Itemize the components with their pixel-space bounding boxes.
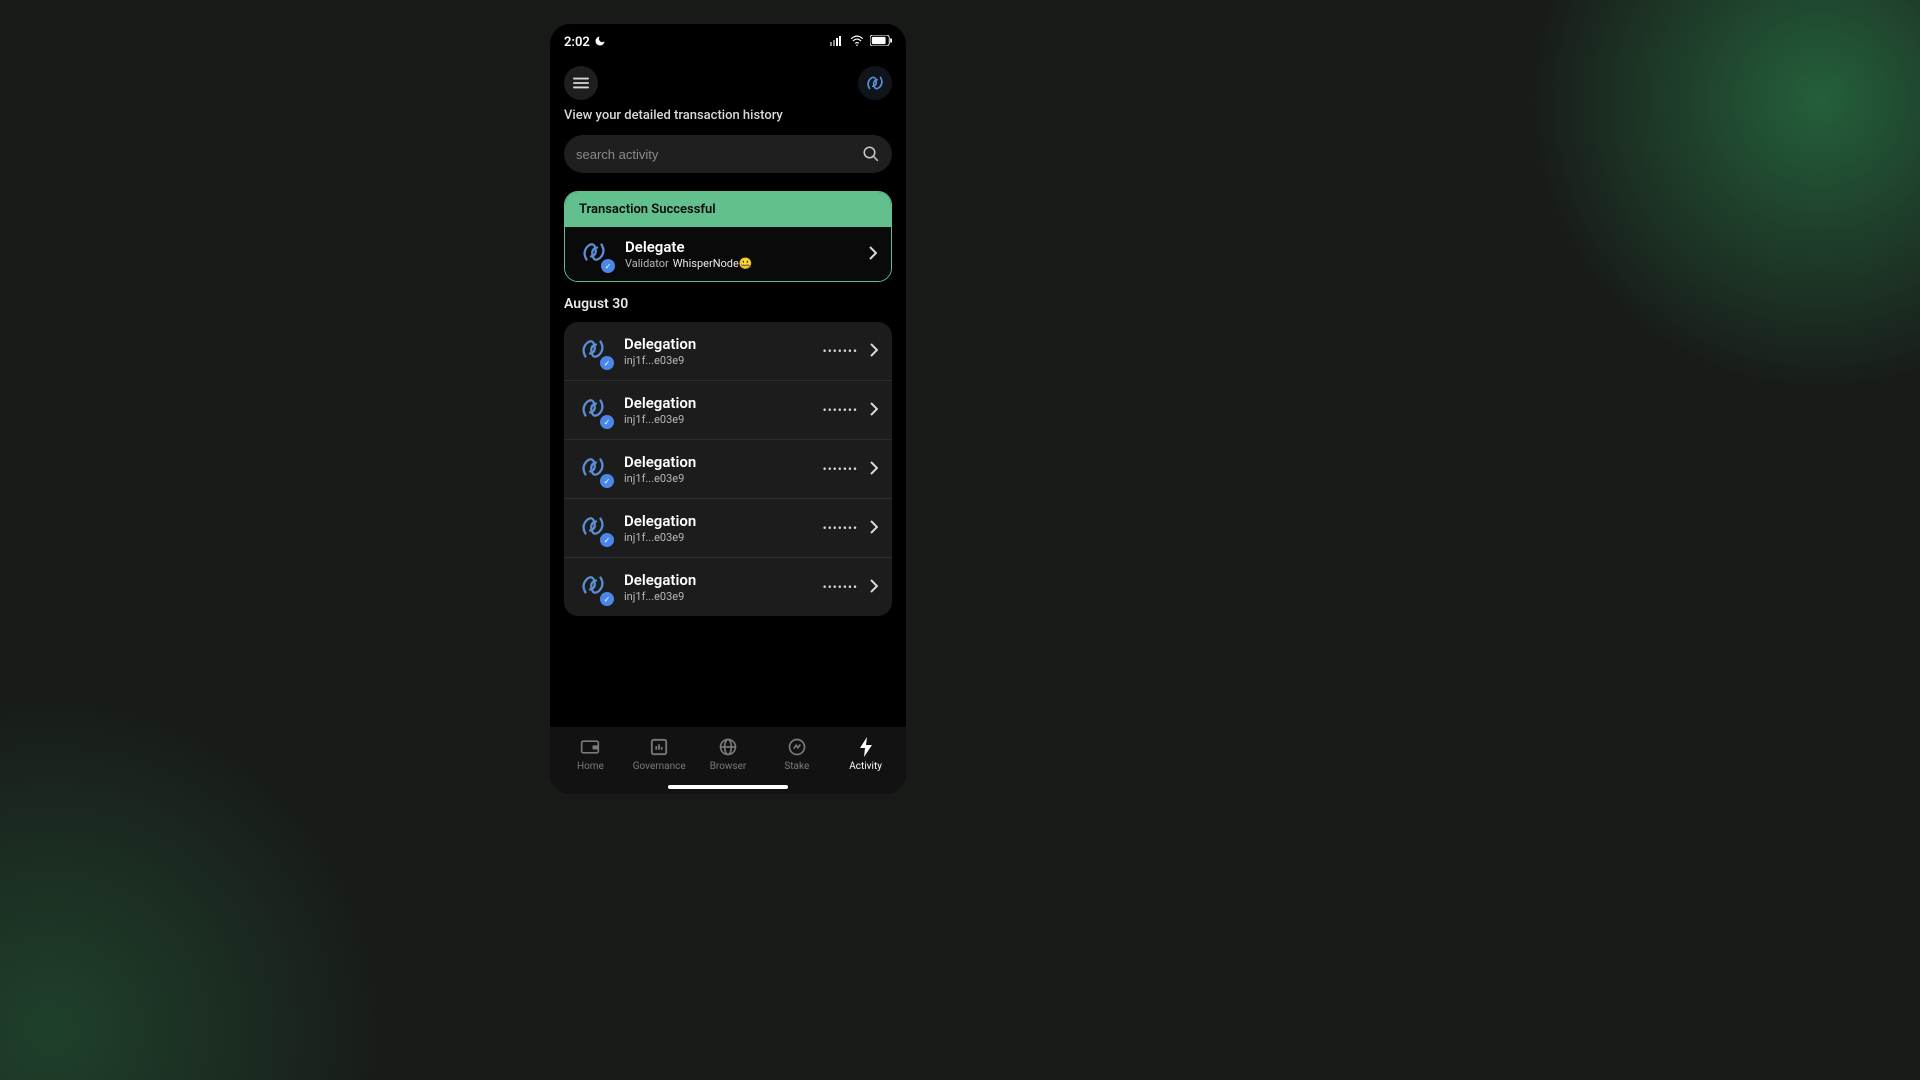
status-time: 2:02 — [564, 35, 590, 50]
transaction-amount-hidden: ••••••• — [823, 403, 858, 417]
nav-label: Stake — [784, 761, 809, 772]
status-left: 2:02 — [564, 35, 606, 50]
phone-frame: 2:02 View your det — [550, 24, 906, 794]
page-subtitle: View your detailed transaction history — [550, 108, 906, 135]
chevron-right-icon — [870, 519, 878, 538]
transaction-icon: ✓ — [579, 237, 613, 271]
verified-badge-icon: ✓ — [601, 259, 615, 273]
banner-transaction-row[interactable]: ✓ Delegate Validator WhisperNode🤐 — [565, 227, 891, 281]
chevron-right-icon — [870, 342, 878, 361]
search-icon — [862, 145, 880, 163]
transaction-title: Delegation — [624, 453, 811, 471]
transaction-subtitle: inj1f...e03e9 — [624, 531, 811, 544]
nav-label: Activity — [849, 761, 882, 772]
signal-icon — [830, 35, 844, 50]
verified-badge-icon: ✓ — [600, 415, 614, 429]
transaction-list: ✓ Delegation inj1f...e03e9 ••••••• ✓ Del… — [564, 322, 892, 616]
chevron-right-icon — [869, 245, 877, 264]
list-item[interactable]: ✓ Delegation inj1f...e03e9 ••••••• — [564, 440, 892, 499]
background-glow-bottom-left — [0, 680, 400, 1080]
home-indicator[interactable] — [550, 780, 906, 794]
nav-label: Browser — [710, 761, 747, 772]
stake-icon — [787, 737, 807, 757]
status-bar: 2:02 — [550, 30, 906, 54]
transaction-amount-hidden: ••••••• — [823, 344, 858, 358]
nav-browser[interactable]: Browser — [694, 737, 763, 772]
transaction-title: Delegation — [624, 394, 811, 412]
nav-stake[interactable]: Stake — [762, 737, 831, 772]
globe-icon — [718, 737, 738, 757]
bolt-icon — [856, 737, 876, 757]
transaction-icon: ✓ — [578, 393, 612, 427]
search-input[interactable] — [576, 147, 862, 162]
verified-badge-icon: ✓ — [600, 474, 614, 488]
chevron-right-icon — [870, 578, 878, 597]
bottom-navigation: Home Governance Browser Stake Activity — [550, 727, 906, 780]
chevron-right-icon — [870, 460, 878, 479]
status-right — [830, 35, 892, 50]
transaction-text: Delegation inj1f...e03e9 — [624, 512, 811, 544]
dnd-moon-icon — [594, 35, 606, 50]
transaction-success-banner: Transaction Successful ✓ Delegate Valida… — [564, 191, 892, 282]
verified-badge-icon: ✓ — [600, 356, 614, 370]
date-section-header: August 30 — [550, 296, 906, 322]
menu-button[interactable] — [564, 66, 598, 100]
background-glow-top-right — [1520, 0, 1920, 400]
hamburger-icon — [573, 77, 589, 89]
battery-icon — [870, 35, 892, 50]
wifi-icon — [850, 35, 864, 50]
list-item[interactable]: ✓ Delegation inj1f...e03e9 ••••••• — [564, 558, 892, 616]
nav-label: Home — [577, 761, 604, 772]
transaction-title: Delegate — [625, 238, 857, 256]
validator-label: Validator — [625, 257, 669, 270]
transaction-subtitle: inj1f...e03e9 — [624, 354, 811, 367]
transaction-text: Delegation inj1f...e03e9 — [624, 571, 811, 603]
verified-badge-icon: ✓ — [600, 592, 614, 606]
chart-icon — [649, 737, 669, 757]
app-header — [550, 54, 906, 108]
banner-title: Transaction Successful — [565, 192, 891, 227]
transaction-title: Delegation — [624, 512, 811, 530]
transaction-subtitle: Validator WhisperNode🤐 — [625, 257, 857, 270]
transaction-amount-hidden: ••••••• — [823, 521, 858, 535]
transaction-amount-hidden: ••••••• — [823, 462, 858, 476]
transaction-subtitle: inj1f...e03e9 — [624, 472, 811, 485]
transaction-amount-hidden: ••••••• — [823, 580, 858, 594]
injective-logo-icon — [864, 72, 886, 94]
list-item[interactable]: ✓ Delegation inj1f...e03e9 ••••••• — [564, 499, 892, 558]
transaction-icon: ✓ — [578, 511, 612, 545]
transaction-icon: ✓ — [578, 452, 612, 486]
transaction-icon: ✓ — [578, 570, 612, 604]
transaction-text: Delegate Validator WhisperNode🤐 — [625, 238, 857, 270]
transaction-title: Delegation — [624, 335, 811, 353]
transaction-text: Delegation inj1f...e03e9 — [624, 453, 811, 485]
chevron-right-icon — [870, 401, 878, 420]
nav-governance[interactable]: Governance — [625, 737, 694, 772]
nav-home[interactable]: Home — [556, 737, 625, 772]
transaction-text: Delegation inj1f...e03e9 — [624, 394, 811, 426]
transaction-subtitle: inj1f...e03e9 — [624, 413, 811, 426]
nav-activity[interactable]: Activity — [831, 737, 900, 772]
transaction-title: Delegation — [624, 571, 811, 589]
transaction-icon: ✓ — [578, 334, 612, 368]
nav-label: Governance — [633, 761, 686, 772]
list-item[interactable]: ✓ Delegation inj1f...e03e9 ••••••• — [564, 322, 892, 381]
transaction-text: Delegation inj1f...e03e9 — [624, 335, 811, 367]
app-logo[interactable] — [858, 66, 892, 100]
transaction-subtitle: inj1f...e03e9 — [624, 590, 811, 603]
wallet-icon — [580, 737, 600, 757]
search-field[interactable] — [564, 135, 892, 173]
validator-name: WhisperNode🤐 — [673, 257, 753, 270]
list-item[interactable]: ✓ Delegation inj1f...e03e9 ••••••• — [564, 381, 892, 440]
verified-badge-icon: ✓ — [600, 533, 614, 547]
